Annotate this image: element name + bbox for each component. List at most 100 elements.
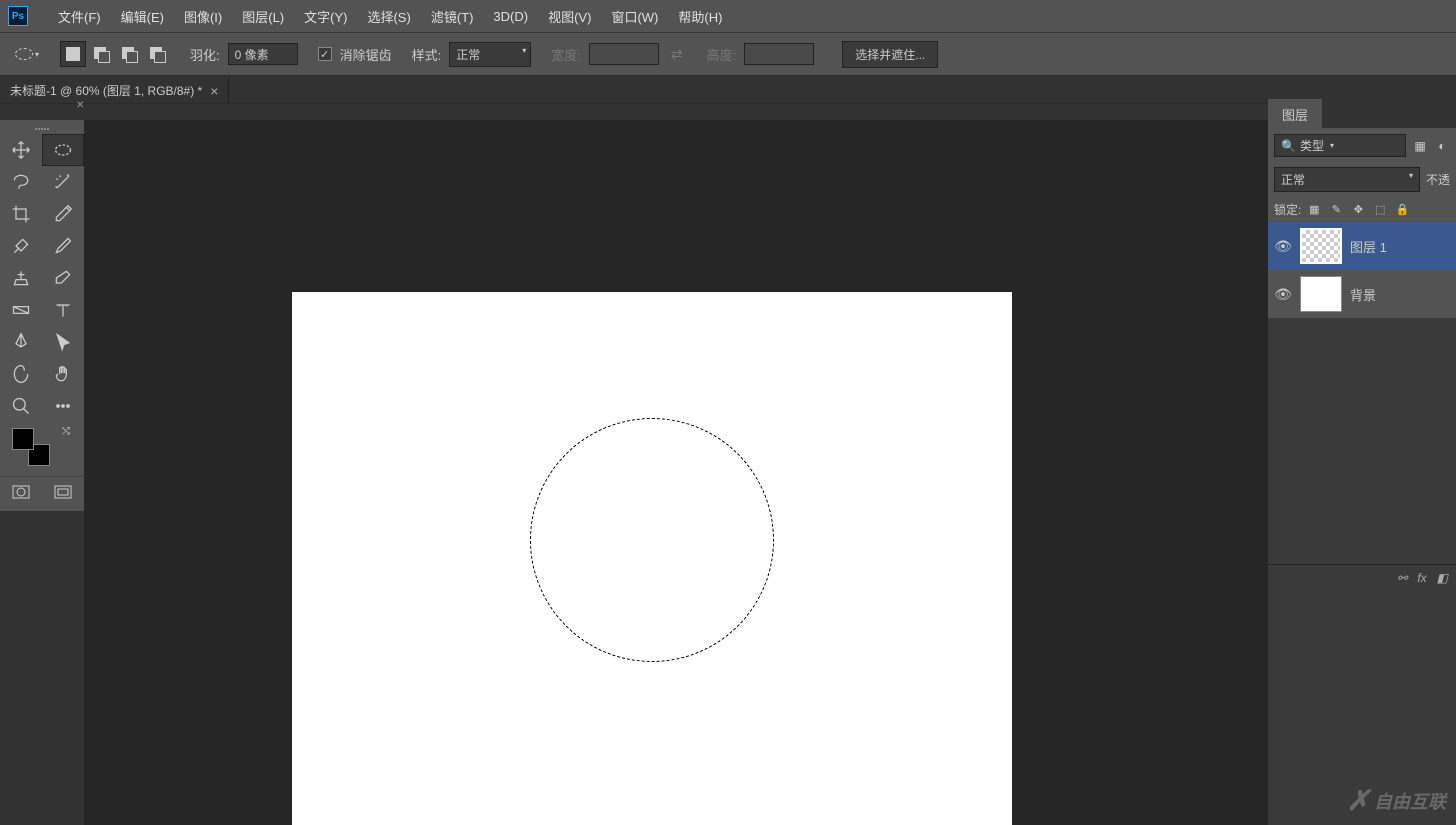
- filter-adjust-icon[interactable]: ◐: [1434, 138, 1450, 154]
- layer-name[interactable]: 背景: [1350, 285, 1376, 304]
- document-tab-title: 未标题-1 @ 60% (图层 1, RGB/8#) *: [10, 82, 202, 99]
- document-tab-bar: 未标题-1 @ 60% (图层 1, RGB/8#) * ×: [0, 76, 1456, 104]
- opacity-label: 不透: [1426, 171, 1450, 188]
- style-label: 样式:: [412, 45, 442, 64]
- panel-collapse-icon[interactable]: ✕: [76, 100, 84, 111]
- panels-dock: 图层 🔍 类型 ▾ ▦ ◐ 正常 ▾ 不透 锁定: ▦ ✎ ✥ ⬚ 🔒: [1268, 100, 1456, 825]
- height-input: [744, 43, 814, 65]
- lock-all-icon[interactable]: 🔒: [1393, 200, 1411, 218]
- dropdown-arrow-icon: ▾: [35, 50, 39, 59]
- feather-input[interactable]: [228, 43, 298, 65]
- path-selection-tool[interactable]: [42, 326, 84, 358]
- layer-filter-type[interactable]: 🔍 类型 ▾: [1274, 134, 1406, 157]
- search-icon: 🔍: [1281, 139, 1296, 153]
- menu-image[interactable]: 图像(I): [174, 7, 232, 26]
- lock-position-icon[interactable]: ✥: [1349, 200, 1367, 218]
- panel-tab-strip: 图层: [1268, 100, 1456, 128]
- brush-tool[interactable]: [42, 230, 84, 262]
- tool-preset-picker[interactable]: ▾: [10, 40, 44, 68]
- close-tab-icon[interactable]: ×: [210, 83, 218, 99]
- layer-mask-icon[interactable]: ◧: [1437, 571, 1448, 585]
- layer-thumbnail[interactable]: [1300, 228, 1342, 264]
- lasso-tool[interactable]: [0, 166, 42, 198]
- layer-item[interactable]: 👁 背景: [1268, 270, 1456, 318]
- layers-tab[interactable]: 图层: [1268, 99, 1322, 130]
- marquee-tool[interactable]: [42, 134, 84, 166]
- blend-mode-row: 正常 ▾ 不透: [1268, 163, 1456, 196]
- lock-artboard-icon[interactable]: ⬚: [1371, 200, 1389, 218]
- document-tab[interactable]: 未标题-1 @ 60% (图层 1, RGB/8#) * ×: [0, 78, 229, 103]
- layer-filter-row: 🔍 类型 ▾ ▦ ◐: [1268, 128, 1456, 163]
- swap-dimensions-icon: ⇄: [671, 46, 683, 63]
- menu-help[interactable]: 帮助(H): [668, 7, 732, 26]
- hand-tool[interactable]: [42, 358, 84, 390]
- options-bar: ▾ 羽化: 消除锯齿 样式: 正常▾ 宽度: ⇄ 高度: 选择并遮住...: [0, 32, 1456, 76]
- layer-item[interactable]: 👁 图层 1: [1268, 222, 1456, 270]
- lock-row: 锁定: ▦ ✎ ✥ ⬚ 🔒: [1268, 196, 1456, 222]
- layers-panel-footer: ⚯ fx ◧: [1268, 564, 1456, 590]
- healing-brush-tool[interactable]: [0, 230, 42, 262]
- document-canvas[interactable]: [292, 292, 1012, 825]
- crop-tool[interactable]: [0, 198, 42, 230]
- selection-intersect-button[interactable]: [144, 41, 170, 67]
- width-input: [589, 43, 659, 65]
- selection-mode-group: [60, 41, 170, 67]
- blend-mode-select[interactable]: 正常 ▾: [1274, 167, 1420, 192]
- lock-label: 锁定:: [1274, 201, 1301, 218]
- ellipse-marquee-icon: [15, 48, 33, 60]
- canvas-area[interactable]: [84, 120, 1268, 825]
- swap-colors-icon[interactable]: ⤭: [62, 426, 70, 437]
- layer-name[interactable]: 图层 1: [1350, 237, 1387, 256]
- menu-edit[interactable]: 编辑(E): [111, 7, 174, 26]
- select-and-mask-button[interactable]: 选择并遮住...: [842, 41, 938, 68]
- menu-view[interactable]: 视图(V): [538, 7, 601, 26]
- move-tool[interactable]: [0, 134, 42, 166]
- visibility-eye-icon[interactable]: 👁: [1274, 286, 1292, 303]
- color-swatches: ⤭: [0, 422, 84, 476]
- type-tool[interactable]: [42, 294, 84, 326]
- edit-toolbar[interactable]: [42, 390, 84, 422]
- menu-bar: Ps 文件(F) 编辑(E) 图像(I) 图层(L) 文字(Y) 选择(S) 滤…: [0, 0, 1456, 32]
- eraser-tool[interactable]: [42, 262, 84, 294]
- menu-window[interactable]: 窗口(W): [601, 7, 668, 26]
- layer-list: 👁 图层 1 👁 背景: [1268, 222, 1456, 318]
- selection-new-button[interactable]: [60, 41, 86, 67]
- menu-layer[interactable]: 图层(L): [232, 7, 294, 26]
- app-logo[interactable]: Ps: [8, 6, 28, 26]
- magic-wand-tool[interactable]: [42, 166, 84, 198]
- pen-tool[interactable]: [0, 326, 42, 358]
- link-layers-icon[interactable]: ⚯: [1397, 571, 1407, 585]
- layer-fx-icon[interactable]: fx: [1417, 571, 1426, 585]
- menu-type[interactable]: 文字(Y): [294, 7, 357, 26]
- menu-3d[interactable]: 3D(D): [483, 9, 538, 24]
- clone-stamp-tool[interactable]: [0, 262, 42, 294]
- foreground-color[interactable]: [12, 428, 34, 450]
- zoom-tool[interactable]: [0, 390, 42, 422]
- selection-add-button[interactable]: [88, 41, 114, 67]
- watermark-logo-icon: ✗: [1347, 784, 1370, 817]
- eyedropper-tool[interactable]: [42, 198, 84, 230]
- toolbox-grip[interactable]: [0, 124, 84, 134]
- screen-mode[interactable]: [42, 479, 84, 505]
- visibility-eye-icon[interactable]: 👁: [1274, 238, 1292, 255]
- antialias-label: 消除锯齿: [340, 45, 392, 64]
- antialias-checkbox[interactable]: [318, 47, 332, 61]
- toolbox: ⤭: [0, 120, 84, 511]
- gradient-tool[interactable]: [0, 294, 42, 326]
- watermark-text: 自由互联: [1374, 788, 1446, 814]
- watermark: ✗ 自由互联: [1347, 784, 1446, 817]
- menu-filter[interactable]: 滤镜(T): [421, 7, 484, 26]
- lock-transparent-icon[interactable]: ▦: [1305, 200, 1323, 218]
- menu-file[interactable]: 文件(F): [48, 7, 111, 26]
- layer-thumbnail[interactable]: [1300, 276, 1342, 312]
- feather-label: 羽化:: [190, 45, 220, 64]
- filter-pixel-icon[interactable]: ▦: [1412, 138, 1428, 154]
- quick-mask-mode[interactable]: [0, 479, 42, 505]
- elliptical-selection: [530, 418, 774, 662]
- style-select[interactable]: 正常▾: [449, 42, 531, 67]
- shape-tool[interactable]: [0, 358, 42, 390]
- menu-select[interactable]: 选择(S): [357, 7, 420, 26]
- selection-subtract-button[interactable]: [116, 41, 142, 67]
- lock-image-icon[interactable]: ✎: [1327, 200, 1345, 218]
- height-label: 高度:: [707, 45, 737, 64]
